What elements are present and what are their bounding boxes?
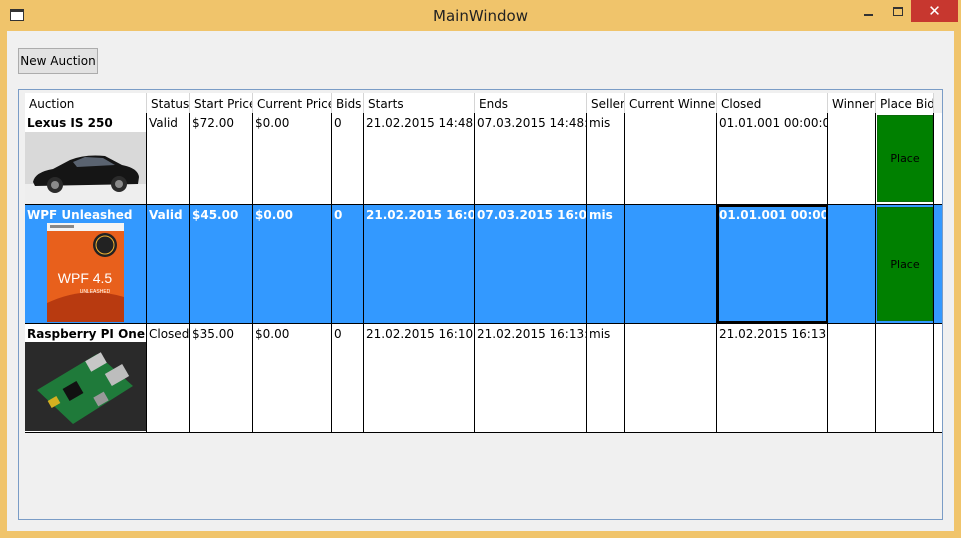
column-header-bids[interactable]: Bids: [332, 93, 364, 113]
current-winner-cell: [625, 113, 717, 204]
bids-cell: 0: [332, 324, 364, 432]
column-header-closed[interactable]: Closed: [717, 93, 828, 113]
new-auction-button[interactable]: New Auction: [18, 48, 98, 74]
minimize-icon: [863, 14, 873, 16]
book-cover-image: WPF 4.5 UNLEASHED: [47, 223, 124, 322]
place-bid-button[interactable]: Place: [877, 115, 933, 202]
column-header-start-price[interactable]: Start Price: [190, 93, 253, 113]
seller-cell: mis: [587, 205, 625, 323]
seller-cell: mis: [587, 324, 625, 432]
column-header-current-price[interactable]: Current Price: [253, 93, 332, 113]
bids-cell: 0: [332, 205, 364, 323]
column-header-place-bid[interactable]: Place Bid: [876, 93, 934, 113]
auction-title: Lexus IS 250: [27, 116, 113, 130]
maximize-button[interactable]: [885, 0, 911, 22]
ends-cell: 07.03.2015 14:48:46: [475, 113, 587, 204]
auction-cell: Lexus IS 250: [25, 113, 147, 204]
book-subtitle: UNLEASHED: [80, 289, 111, 295]
circuit-board-image: [25, 342, 146, 431]
status-cell: Valid: [147, 205, 190, 323]
place-bid-cell: Place: [876, 113, 934, 204]
closed-cell: 01.01.001 00:00:00: [717, 113, 828, 204]
column-header-current-winner[interactable]: Current Winner: [625, 93, 717, 113]
close-icon: ✕: [928, 1, 941, 20]
column-header-status[interactable]: Status: [147, 93, 190, 113]
status-cell: Closed: [147, 324, 190, 432]
winner-cell: [828, 324, 876, 432]
column-header-seller[interactable]: Seller: [587, 93, 625, 113]
auction-cell: WPF Unleashed WPF 4.5 UNLEASHED: [25, 205, 147, 323]
auctions-grid[interactable]: Auction Status Start Price Current Price…: [18, 89, 943, 520]
window-title: MainWindow: [433, 7, 528, 25]
winner-cell: [828, 113, 876, 204]
place-bid-cell: [876, 324, 934, 432]
current-winner-cell: [625, 205, 717, 323]
bids-cell: 0: [332, 113, 364, 204]
title-bar: MainWindow ✕: [0, 0, 961, 31]
auction-title: WPF Unleashed: [27, 208, 133, 222]
auction-cell: Raspberry PI One: [25, 324, 147, 432]
auction-title: Raspberry PI One: [27, 327, 145, 341]
start-price-cell: $35.00: [190, 324, 253, 432]
column-header-winner[interactable]: Winner: [828, 93, 876, 113]
column-header-ends[interactable]: Ends: [475, 93, 587, 113]
start-price-cell: $72.00: [190, 113, 253, 204]
closed-cell: 21.02.2015 16:13:59: [717, 324, 828, 432]
starts-cell: 21.02.2015 16:10:09: [364, 324, 475, 432]
ends-cell: 07.03.2015 16:08:51: [475, 205, 587, 323]
car-image: [25, 132, 146, 204]
current-price-cell: $0.00: [253, 113, 332, 204]
seller-cell: mis: [587, 113, 625, 204]
current-winner-cell: [625, 324, 717, 432]
starts-cell: 21.02.2015 14:48:56: [364, 113, 475, 204]
table-row[interactable]: Raspberry PI One Closed $35.00 $0.00 0 2…: [25, 324, 942, 433]
closed-cell-focused[interactable]: 01.01.001 00:00:00: [717, 205, 828, 323]
maximize-icon: [893, 6, 903, 16]
close-button[interactable]: ✕: [911, 0, 958, 22]
column-header-starts[interactable]: Starts: [364, 93, 475, 113]
ends-cell: 21.02.2015 16:13:59: [475, 324, 587, 432]
current-price-cell: $0.00: [253, 205, 332, 323]
column-header-auction[interactable]: Auction: [25, 93, 147, 113]
place-bid-cell: Place: [876, 205, 934, 323]
window-client-area: New Auction Auction Status Start Price C…: [7, 31, 954, 531]
place-bid-button[interactable]: Place: [877, 207, 933, 321]
table-row-selected[interactable]: WPF Unleashed WPF 4.5 UNLEASHED Valid $4…: [25, 205, 942, 324]
book-title: WPF 4.5: [58, 270, 113, 286]
current-price-cell: $0.00: [253, 324, 332, 432]
winner-cell: [828, 205, 876, 323]
status-cell: Valid: [147, 113, 190, 204]
table-row[interactable]: Lexus IS 250 Valid $72.00 $0.00 0 21.02.…: [25, 113, 942, 205]
starts-cell: 21.02.2015 16:09:01: [364, 205, 475, 323]
minimize-button[interactable]: [851, 0, 885, 22]
start-price-cell: $45.00: [190, 205, 253, 323]
